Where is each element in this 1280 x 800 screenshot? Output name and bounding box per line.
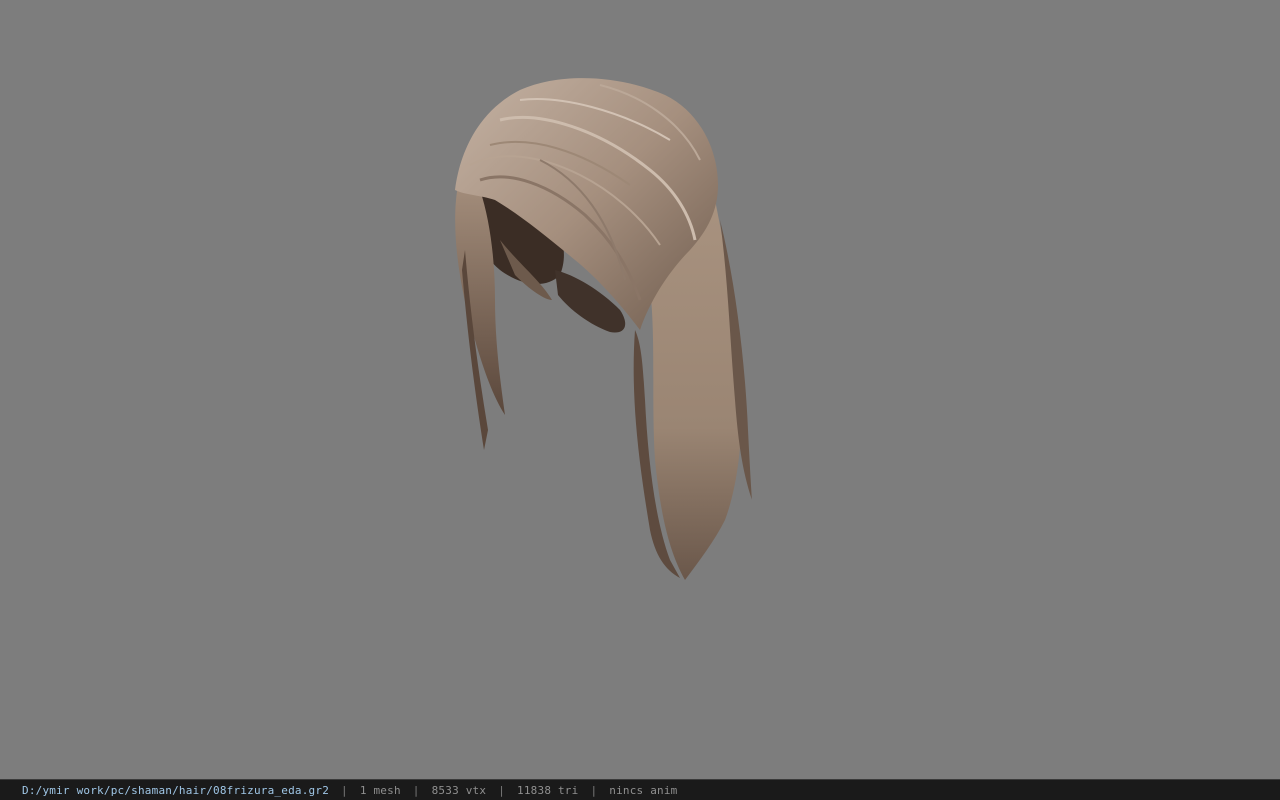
file-path: D:/ymir work/pc/shaman/hair/08frizura_ed… [22,783,330,797]
hair-model-render [455,78,752,580]
separator: | [498,783,506,797]
animation-status: nincs anim [609,783,678,797]
triangle-count: 11838 tri [517,783,579,797]
status-bar: D:/ymir work/pc/shaman/hair/08frizura_ed… [0,779,1280,800]
mesh-count: 1 mesh [359,783,401,797]
separator: | [590,783,598,797]
vertex-count: 8533 vtx [431,783,487,797]
separator: | [341,783,348,797]
separator: | [412,783,420,797]
3d-viewport[interactable] [0,0,1280,779]
